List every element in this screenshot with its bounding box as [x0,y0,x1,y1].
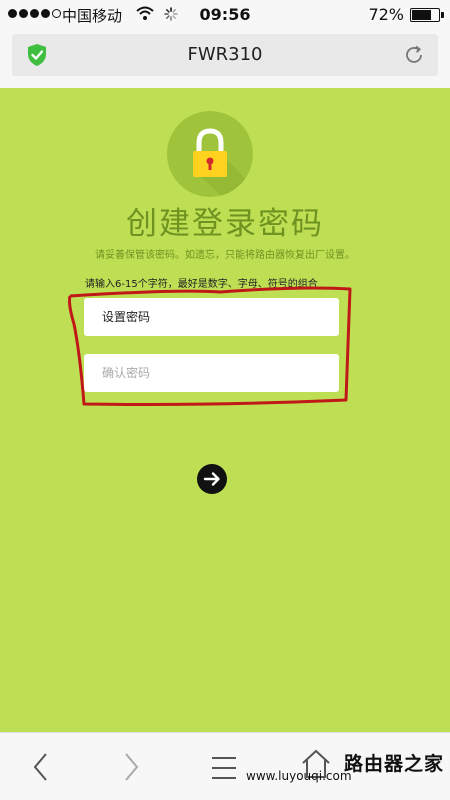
create-password-title: 创建登录密码 [126,206,324,242]
next-arrow-button[interactable] [197,464,227,494]
watermark-url: www.luyouqi.com [246,769,352,783]
password-warning-text: 请妥善保管该密码。如遗忘，只能将路由器恢复出厂设置。 [95,250,355,261]
status-bar: 中国移动 09:56 72% [0,0,450,30]
forward-arrow-icon[interactable] [120,751,142,787]
battery-percent: 72% [368,5,404,24]
browser-toolbar: 路由器之家 www.luyouqi.com [0,732,450,800]
page-title: FWR310 [187,44,263,65]
red-annotation-outline [68,286,352,406]
battery-icon [410,8,444,22]
address-bar[interactable]: FWR310 [12,34,438,76]
menu-icon[interactable] [210,755,238,785]
login-setup-page: 创建登录密码 请妥善保管该密码。如遗忘，只能将路由器恢复出厂设置。 请输入6-1… [0,88,450,732]
back-arrow-icon[interactable] [30,751,52,787]
watermark-logo: 路由器之家 [343,753,444,775]
reload-icon[interactable] [402,43,426,71]
lock-icon [167,111,253,197]
arrow-right-icon [203,472,220,486]
